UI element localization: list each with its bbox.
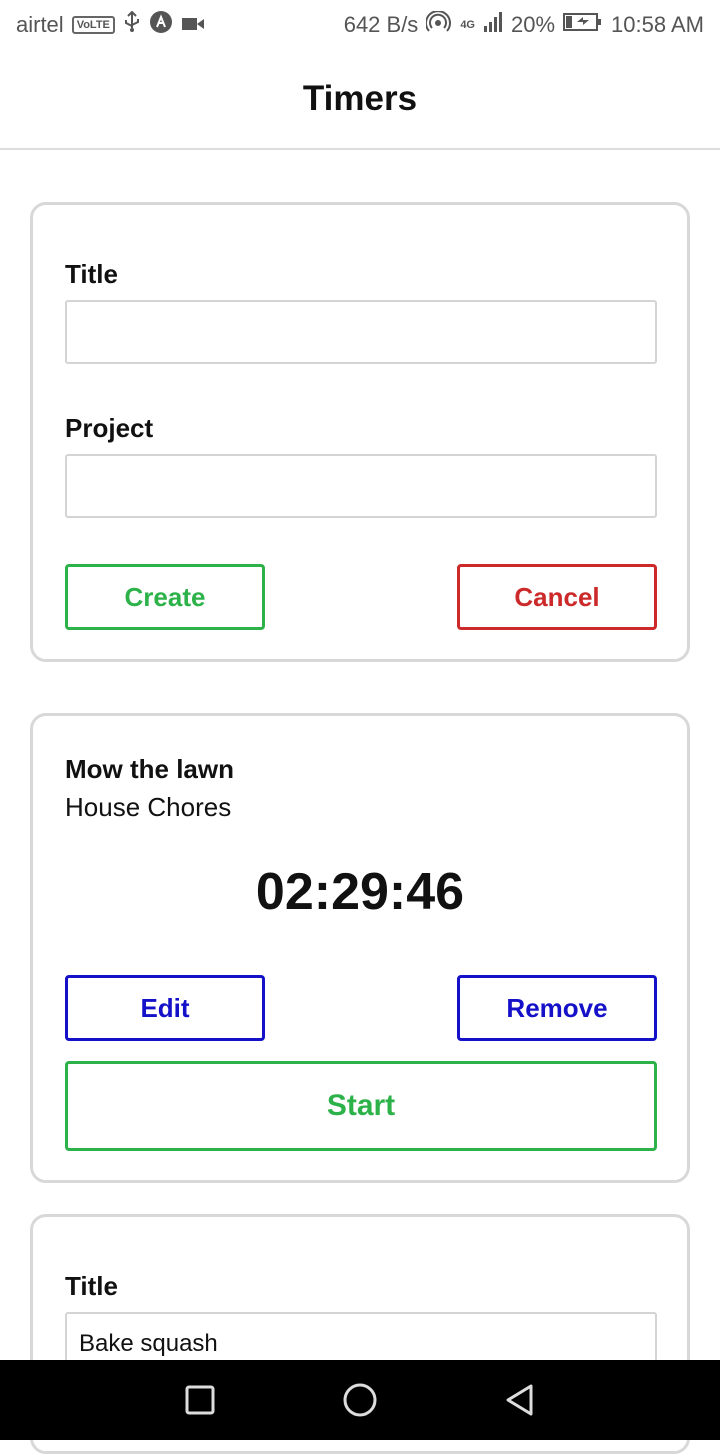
signal-icon <box>483 12 503 38</box>
battery-charging-icon <box>563 12 603 38</box>
status-bar: airtel VoLTE 642 B/s 4G 20% 10:58 AM <box>0 0 720 50</box>
timer-elapsed: 02:29:46 <box>255 863 465 921</box>
nav-square-icon[interactable] <box>140 1360 260 1440</box>
app-icon <box>149 10 173 40</box>
status-bar-left: airtel VoLTE <box>16 10 205 40</box>
nav-back-icon[interactable] <box>460 1360 580 1440</box>
title-label: Title <box>65 259 118 289</box>
create-button[interactable]: Create <box>65 564 265 630</box>
timer-card: Mow the lawn House Chores 02:29:46 Edit … <box>30 713 690 1183</box>
title-input[interactable] <box>65 300 657 364</box>
timer-project: House Chores <box>65 792 232 822</box>
start-button[interactable]: Start <box>65 1061 657 1151</box>
remove-button[interactable]: Remove <box>457 975 657 1041</box>
cancel-button[interactable]: Cancel <box>457 564 657 630</box>
create-timer-form: Title Project Create Cancel <box>30 202 690 662</box>
project-input[interactable] <box>65 454 657 518</box>
network-type: 4G <box>460 19 475 31</box>
clock: 10:58 AM <box>611 12 704 37</box>
project-label: Project <box>65 413 154 443</box>
edit-button[interactable]: Edit <box>65 975 265 1041</box>
edit-title-label: Title <box>65 1271 118 1301</box>
app-header: Timers <box>0 50 720 150</box>
nav-home-icon[interactable] <box>300 1360 420 1440</box>
usb-icon <box>123 10 141 39</box>
battery-level: 20% <box>511 12 556 37</box>
page-title: Timers <box>302 79 418 118</box>
status-bar-right: 642 B/s 4G 20% 10:58 AM <box>343 10 704 39</box>
navigation-bar <box>0 1360 720 1440</box>
net-speed: 642 B/s <box>343 12 419 37</box>
volte-badge: VoLTE <box>71 16 115 34</box>
timer-title: Mow the lawn <box>65 754 234 784</box>
carrier-name: airtel <box>16 12 64 37</box>
hotspot-icon <box>425 10 452 39</box>
video-icon <box>181 12 205 38</box>
